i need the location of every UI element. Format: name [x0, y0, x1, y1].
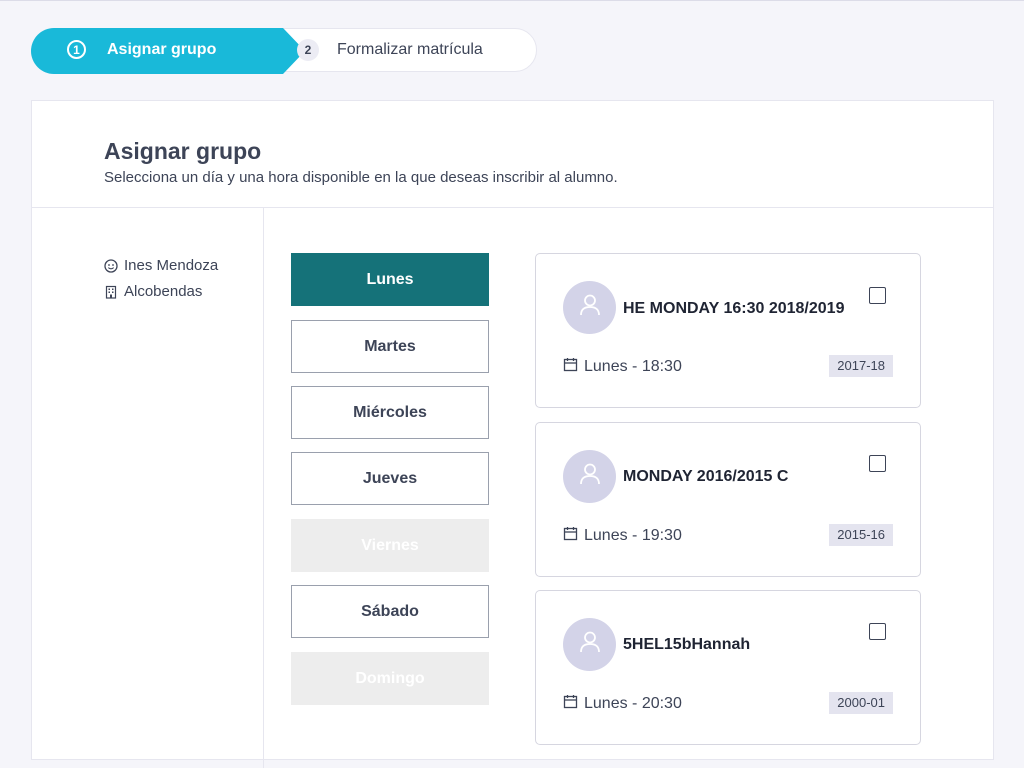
step-2-number: 2 [297, 39, 319, 61]
group-time: Lunes - 20:30 [563, 694, 682, 714]
student-location-row: Alcobendas [104, 283, 202, 300]
header-divider [32, 207, 993, 208]
calendar-icon [563, 694, 578, 714]
step-1-label: Asignar grupo [107, 41, 217, 58]
year-badge: 2000-01 [829, 692, 893, 714]
group-time-label: Lunes - 19:30 [584, 527, 682, 544]
year-badge: 2017-18 [829, 355, 893, 377]
group-checkbox[interactable] [869, 455, 886, 472]
user-icon [579, 630, 601, 659]
assign-group-card: Asignar grupo Selecciona un día y una ho… [31, 100, 994, 768]
student-name-row: Ines Mendoza [104, 257, 218, 274]
calendar-icon [563, 526, 578, 546]
page-title: Asignar grupo [104, 138, 262, 164]
stepper: 1 Asignar grupo 2 Formalizar matrícula [31, 28, 539, 74]
group-card[interactable]: MONDAY 2016/2015 C Lunes - 19:30 2015-16 [535, 422, 921, 577]
group-time: Lunes - 19:30 [563, 526, 682, 546]
page-subtitle: Selecciona un día y una hora disponible … [104, 169, 618, 186]
group-time-label: Lunes - 20:30 [584, 695, 682, 712]
year-badge: 2015-16 [829, 524, 893, 546]
top-border [0, 0, 1024, 1]
group-checkbox[interactable] [869, 287, 886, 304]
day-sunday-button: Domingo [291, 652, 489, 705]
column-divider [263, 208, 264, 768]
avatar [563, 281, 616, 334]
group-card[interactable]: HE MONDAY 16:30 2018/2019 Lunes - 18:30 … [535, 253, 921, 408]
calendar-icon [563, 357, 578, 377]
group-checkbox[interactable] [869, 623, 886, 640]
building-icon [104, 285, 118, 299]
day-monday-button[interactable]: Lunes [291, 253, 489, 306]
day-tuesday-button[interactable]: Martes [291, 320, 489, 373]
group-time: Lunes - 18:30 [563, 357, 682, 377]
day-thursday-button[interactable]: Jueves [291, 452, 489, 505]
face-icon [104, 258, 118, 273]
day-saturday-button[interactable]: Sábado [291, 585, 489, 638]
day-friday-button: Viernes [291, 519, 489, 572]
student-location: Alcobendas [124, 283, 203, 300]
avatar [563, 618, 616, 671]
group-time-label: Lunes - 18:30 [584, 358, 682, 375]
group-name: HE MONDAY 16:30 2018/2019 [623, 300, 845, 317]
step-2-label: Formalizar matrícula [337, 41, 483, 58]
avatar [563, 450, 616, 503]
group-name: 5HEL15bHannah [623, 636, 751, 653]
group-name: MONDAY 2016/2015 C [623, 468, 789, 485]
day-wednesday-button[interactable]: Miércoles [291, 386, 489, 439]
user-icon [579, 462, 601, 491]
group-card[interactable]: 5HEL15bHannah Lunes - 20:30 2000-01 [535, 590, 921, 745]
student-name: Ines Mendoza [124, 257, 219, 274]
step-1-number: 1 [67, 40, 86, 59]
user-icon [579, 293, 601, 322]
